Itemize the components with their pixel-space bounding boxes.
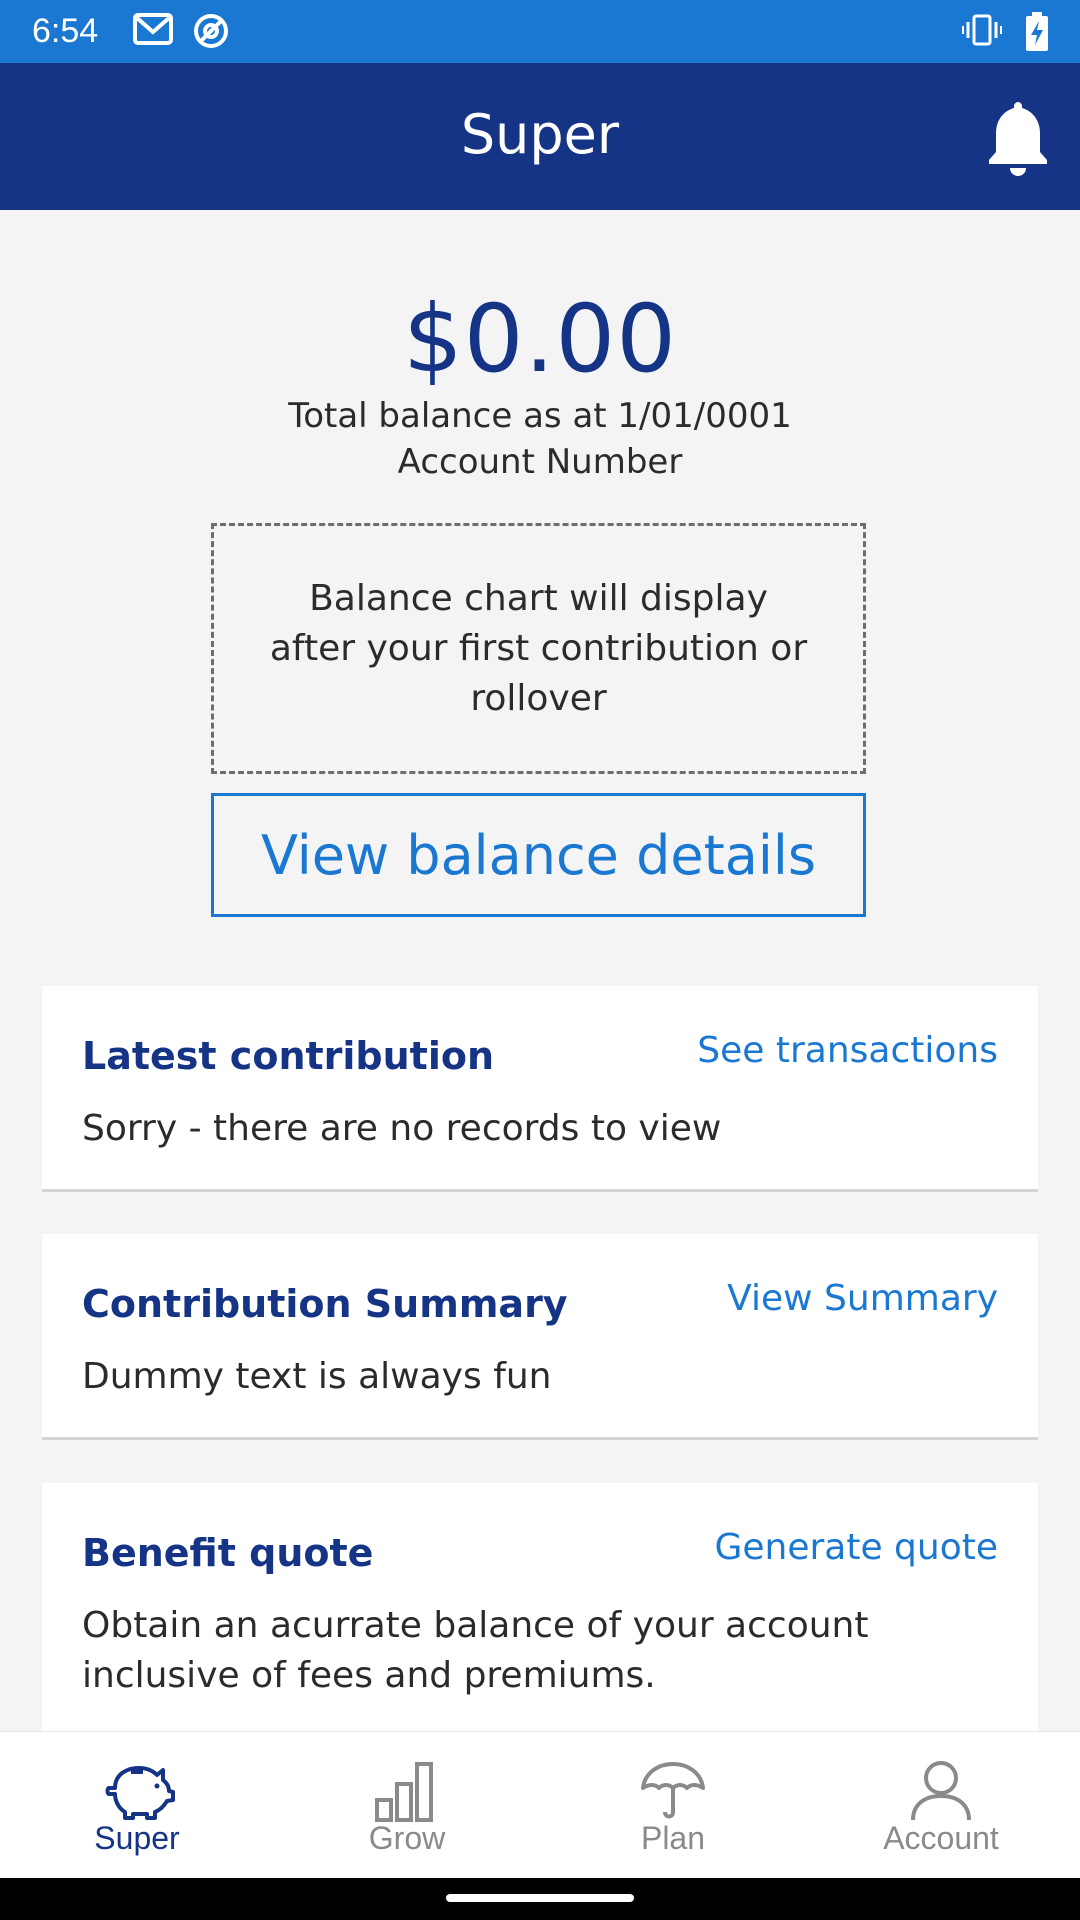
see-transactions-link[interactable]: See transactions xyxy=(697,1030,998,1071)
nav-item-super[interactable]: Super xyxy=(2,1732,272,1879)
account-number-label: Account Number xyxy=(397,442,683,482)
at-sign-icon xyxy=(194,14,228,48)
gmail-icon xyxy=(133,13,173,45)
page-title: Super xyxy=(460,103,620,166)
umbrella-icon xyxy=(641,1762,705,1819)
card-title: Benefit quote xyxy=(82,1531,374,1575)
card-body: Obtain an acurrate balance of your accou… xyxy=(82,1605,869,1696)
battery-charging-icon xyxy=(1026,12,1048,51)
nav-label: Account xyxy=(883,1820,999,1856)
latest-contribution-card: Latest contribution See transactions Sor… xyxy=(42,986,1038,1192)
status-bar: 6:54 xyxy=(0,0,1080,63)
app-bar: Super xyxy=(0,63,1080,210)
chart-placeholder-text: Balance chart will display after your fi… xyxy=(269,577,808,719)
card-body: Dummy text is always fun xyxy=(82,1356,552,1397)
home-gesture-handle[interactable] xyxy=(446,1894,634,1902)
benefit-quote-card: Benefit quote Generate quote Obtain an a… xyxy=(42,1483,1038,1743)
card-title: Contribution Summary xyxy=(82,1282,568,1326)
view-summary-link[interactable]: View Summary xyxy=(727,1278,998,1319)
nav-item-grow[interactable]: Grow xyxy=(272,1732,542,1879)
nav-label: Plan xyxy=(640,1820,706,1856)
generate-quote-link[interactable]: Generate quote xyxy=(714,1527,998,1568)
bottom-navigation: Super Grow Plan Account xyxy=(0,1731,1080,1878)
person-icon xyxy=(911,1761,971,1821)
nav-label: Grow xyxy=(368,1820,446,1856)
balance-chart-placeholder: Balance chart will display after your fi… xyxy=(211,523,866,774)
vibrate-icon xyxy=(962,14,1002,46)
status-time: 6:54 xyxy=(32,12,99,50)
nav-label: Super xyxy=(94,1820,180,1856)
card-body: Sorry - there are no records to view xyxy=(82,1108,722,1149)
system-gesture-bar xyxy=(0,1878,1080,1920)
view-balance-details-button[interactable]: View balance details xyxy=(211,793,866,917)
nav-item-plan[interactable]: Plan xyxy=(538,1732,808,1879)
card-title: Latest contribution xyxy=(82,1034,495,1078)
bar-chart-icon xyxy=(375,1762,433,1822)
balance-as-at: Total balance as at 1/01/0001 xyxy=(288,396,792,436)
piggy-bank-icon xyxy=(105,1766,175,1820)
contribution-summary-card: Contribution Summary View Summary Dummy … xyxy=(42,1234,1038,1440)
bell-icon[interactable] xyxy=(983,98,1053,178)
nav-item-account[interactable]: Account xyxy=(806,1732,1076,1879)
balance-amount: $0.00 xyxy=(402,285,678,394)
